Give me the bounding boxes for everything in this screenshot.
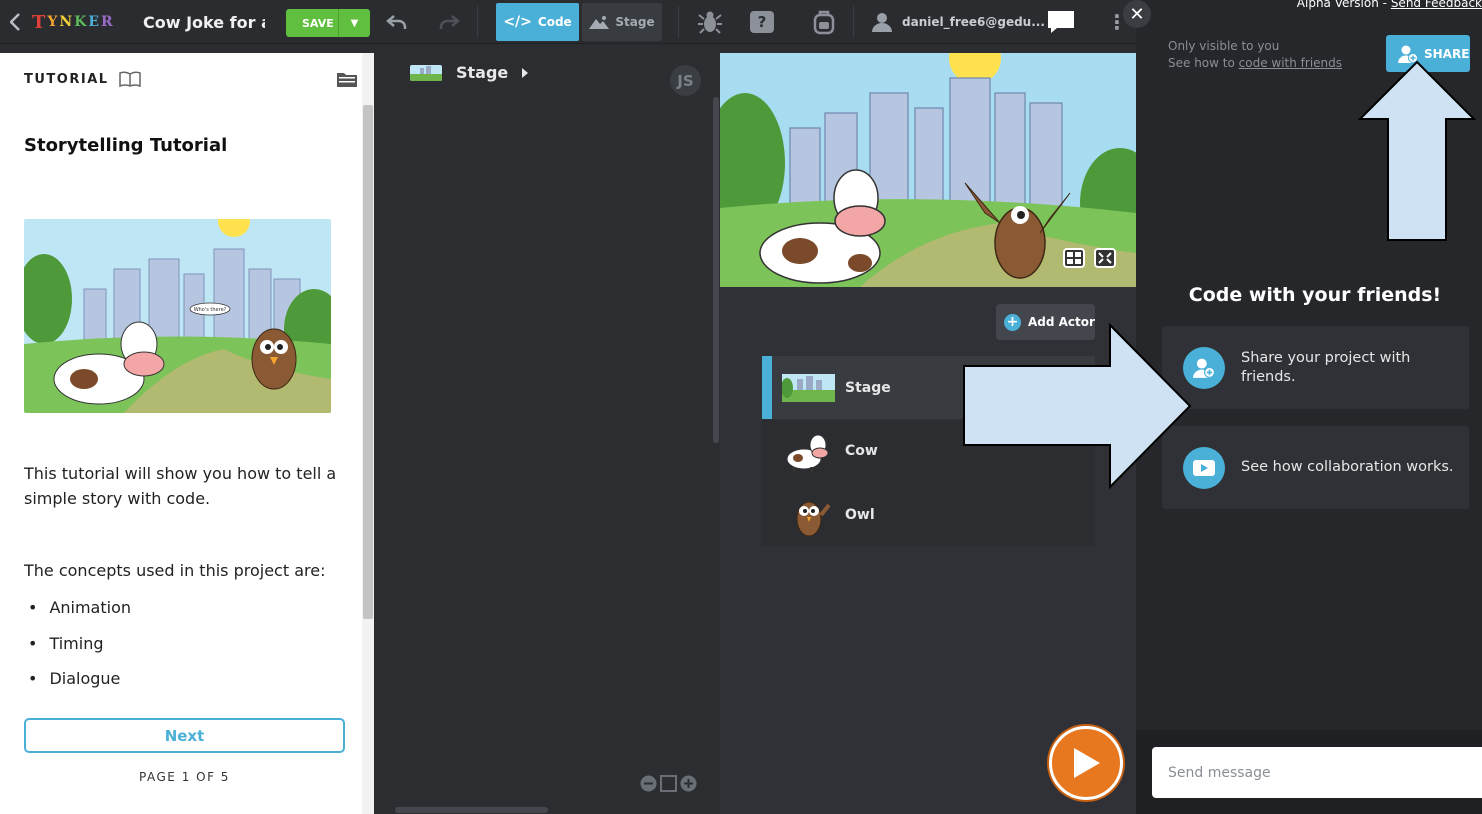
javascript-toggle-button[interactable]: JS [670, 65, 701, 96]
caret-right-icon [522, 67, 529, 78]
tutorial-description: This tutorial will show you how to tell … [24, 464, 337, 508]
send-feedback-link[interactable]: Send Feedback [1391, 0, 1482, 10]
zoom-reset-icon[interactable] [660, 775, 677, 792]
code-horizontal-scrollbar[interactable] [395, 807, 548, 813]
list-item: Dialogue [24, 669, 131, 705]
tutorial-header: TUTORIAL [24, 71, 141, 87]
share-project-card[interactable]: Share your project with friends. [1162, 326, 1469, 409]
play-icon [1074, 748, 1100, 778]
redo-icon[interactable] [438, 0, 460, 44]
list-item: Animation [24, 598, 131, 634]
code-brackets-icon: </> [503, 14, 532, 30]
tab-stage[interactable]: Stage [582, 3, 662, 41]
tutorial-panel: TUTORIAL Storytelling Tutorial Who's the… [0, 53, 374, 814]
stage-thumbnail [410, 64, 442, 81]
save-dropdown-caret-icon[interactable]: ▼ [338, 9, 370, 37]
toolbar-divider [853, 6, 854, 38]
zoom-controls [640, 775, 697, 792]
see-how-line: See how to code with friends [1168, 55, 1342, 72]
logo-letter: R [101, 14, 115, 30]
grid-toggle-icon[interactable] [1063, 248, 1085, 272]
tab-code[interactable]: </> Code [496, 3, 579, 41]
share-label: SHARE [1424, 46, 1470, 61]
page-indicator: PAGE 1 OF 5 [139, 770, 230, 784]
actor-label: Cow [845, 443, 878, 459]
zoom-in-icon[interactable] [680, 775, 697, 792]
arrow-right-annotation [963, 323, 1192, 489]
save-button[interactable]: SAVE ▼ [286, 9, 370, 37]
list-item: Timing [24, 634, 131, 670]
undo-icon[interactable] [386, 0, 408, 44]
illustration-speech-text: Who's there? [194, 307, 227, 313]
tutorial-header-label: TUTORIAL [24, 71, 109, 87]
breadcrumb[interactable]: Stage [410, 63, 529, 82]
tynker-logo[interactable]: T Y N K E R [32, 0, 115, 44]
tutorial-scrollbar[interactable] [363, 105, 373, 619]
code-with-friends-heading: Code with your friends! [1188, 284, 1442, 306]
code-workspace[interactable]: Stage JS [374, 45, 720, 814]
user-account[interactable]: daniel_free6@gedu... [872, 0, 1045, 44]
mountain-icon [589, 16, 610, 29]
tutorial-concepts-intro: The concepts used in this project are: [24, 561, 326, 580]
next-button[interactable]: Next [24, 718, 345, 753]
alpha-prefix: Alpha Version - [1296, 0, 1391, 10]
tab-stage-label: Stage [615, 15, 655, 29]
tutorial-illustration: Who's there? [24, 219, 331, 413]
collaboration-video-card[interactable]: See how collaboration works. [1162, 426, 1469, 509]
actor-item-owl[interactable]: Owl [762, 483, 1095, 546]
zoom-out-icon[interactable] [640, 775, 657, 792]
logo-letter: K [74, 14, 89, 30]
project-title[interactable]: Cow Joke for ass [143, 0, 265, 44]
help-icon[interactable]: ? [750, 0, 774, 44]
code-with-friends-link[interactable]: code with friends [1239, 56, 1342, 70]
save-label: SAVE [302, 16, 334, 30]
back-chevron-icon[interactable] [6, 0, 24, 44]
see-how-prefix: See how to [1168, 56, 1239, 70]
fullscreen-icon[interactable] [1094, 248, 1116, 272]
alpha-version-notice: Alpha Version - Send Feedback [1297, 0, 1482, 10]
logo-letter: Y [47, 14, 60, 30]
user-icon [872, 13, 892, 32]
logo-letter: T [32, 11, 48, 33]
close-panel-button[interactable]: ✕ [1123, 0, 1151, 28]
stage-thumbnail [782, 366, 835, 410]
visibility-text: Only visible to you [1168, 39, 1280, 53]
bug-icon[interactable] [697, 0, 723, 44]
folder-icon[interactable] [337, 71, 357, 91]
backpack-icon[interactable] [811, 0, 837, 44]
breadcrumb-label: Stage [456, 63, 509, 82]
send-message-input[interactable] [1152, 747, 1482, 798]
chat-bubble-icon[interactable] [1047, 0, 1075, 44]
cow-thumbnail [782, 429, 835, 473]
actor-label: Stage [845, 379, 891, 396]
code-vertical-scrollbar[interactable] [713, 97, 719, 443]
tutorial-title: Storytelling Tutorial [24, 135, 228, 156]
concepts-list: Animation Timing Dialogue [24, 598, 131, 705]
visibility-note: Only visible to you See how to code with… [1168, 38, 1342, 72]
toolbar-divider [678, 6, 679, 38]
actor-label: Owl [845, 506, 875, 523]
tab-code-label: Code [537, 15, 572, 29]
share-project-text: Share your project with friends. [1241, 349, 1411, 385]
book-icon[interactable] [118, 71, 141, 87]
play-button[interactable] [1049, 726, 1123, 800]
toolbar-divider [477, 6, 478, 38]
owl-thumbnail [782, 493, 835, 537]
collaboration-text: See how collaboration works. [1241, 459, 1454, 475]
top-toolbar: T Y N K E R Cow Joke for ass SAVE ▼ </> … [0, 0, 1136, 44]
arrow-up-annotation [1358, 60, 1476, 241]
user-email: daniel_free6@gedu... [902, 15, 1045, 29]
logo-letter: E [88, 14, 102, 30]
logo-letter: N [59, 14, 75, 30]
